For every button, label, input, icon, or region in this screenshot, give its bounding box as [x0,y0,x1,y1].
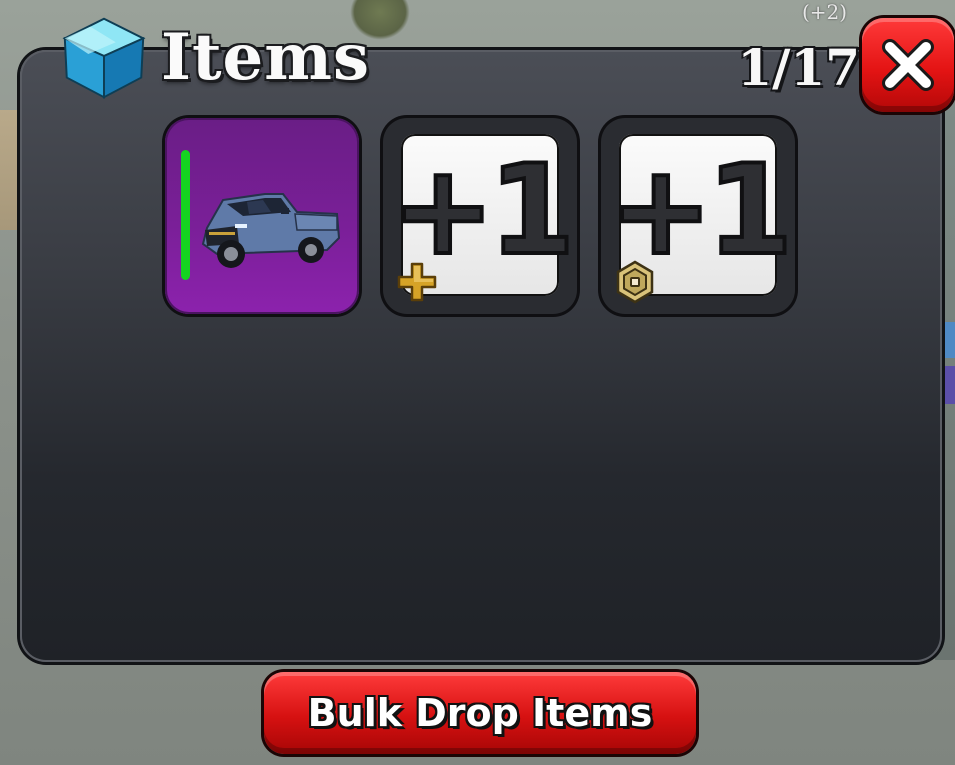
panel-header: Items [55,12,370,102]
plus-one-label: +1 [607,139,795,283]
plus-one-label: +1 [389,139,577,283]
item-slot-vehicle[interactable] [165,118,359,314]
close-icon [882,39,934,91]
item-grid: +1 +1 [165,118,795,314]
box-icon [62,17,146,99]
item-counter: 1/17 [737,38,860,97]
premium-plus-icon [397,262,437,302]
panel-title: Items [161,19,370,95]
background-building [0,110,22,230]
background-badge: (+2) [802,0,848,24]
item-slot-plus-robux[interactable]: +1 [601,118,795,314]
background-chip-blue [941,322,955,358]
pickup-truck-icon [201,193,341,268]
background-chip-purple [941,366,955,404]
robux-coin-icon [616,260,654,304]
bulk-drop-button[interactable]: Bulk Drop Items [264,672,696,754]
bulk-drop-label: Bulk Drop Items [307,691,653,735]
close-button[interactable] [862,18,954,112]
item-slot-plus-premium[interactable]: +1 [383,118,577,314]
